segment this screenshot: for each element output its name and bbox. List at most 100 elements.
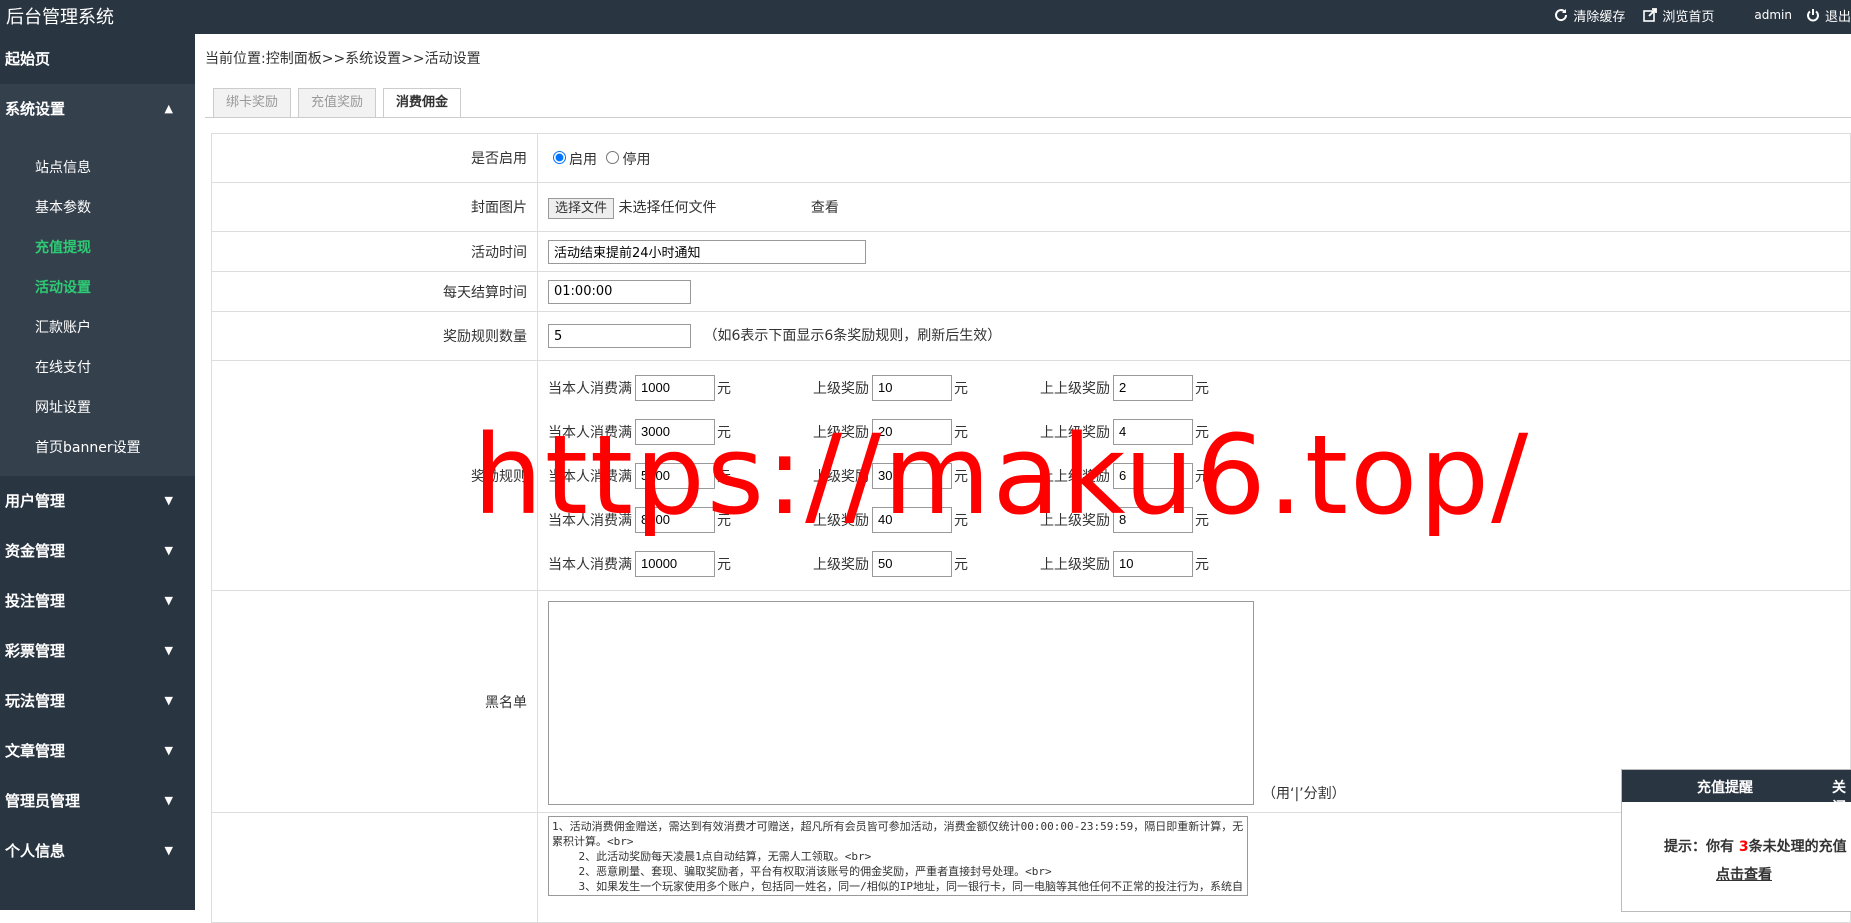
grand-reward-label: 上上级奖励 [1040,556,1110,573]
consume-threshold-input[interactable] [635,374,715,401]
sidebar-item-home[interactable]: 起始页 [0,34,195,84]
consume-threshold-label: 当本人消费满 [548,556,632,573]
notice-textarea[interactable]: 1、活动消费佣金赠送，需达到有效消费才可赠送，超凡所有会员皆可参加活动，消费金额… [548,816,1248,896]
rule-count-field: （如6表示下面显示6条奖励规则，刷新后生效） [537,311,1851,361]
popup-view-link[interactable]: 点击查看 [1716,864,1851,884]
parent-reward-label: 上级奖励 [813,556,869,573]
caret-down-icon: ▼ [164,794,173,807]
view-link[interactable]: 查看 [811,200,839,216]
sidebar-group-label: 个人信息 [5,842,66,860]
sidebar-group-user-management[interactable]: 用户管理 ▼ [0,476,195,526]
tab-consumption-commission[interactable]: 消费佣金 [383,88,462,117]
popup-header: 充值提醒 关闭 [1622,770,1851,816]
cover-label: 封面图片 [211,182,538,232]
sidebar-item-activity-settings[interactable]: 活动设置 [0,268,195,308]
popup-title: 充值提醒 [1697,780,1753,796]
parent-reward-input[interactable] [872,550,952,577]
caret-down-icon: ▼ [164,744,173,757]
sidebar-group-label: 投注管理 [5,592,66,610]
rule-count-hint: （如6表示下面显示6条奖励规则，刷新后生效） [703,327,1002,344]
sidebar-group-label: 管理员管理 [5,792,81,810]
popup-body: 提示：你有 3条未处理的充值 点击查看 [1622,802,1851,884]
sidebar-group-lottery-management[interactable]: 彩票管理 ▼ [0,626,195,676]
logout-label: 退出 [1824,9,1851,25]
logout-button[interactable]: 退出 [1806,6,1851,25]
consume-threshold-input[interactable] [635,550,715,577]
external-link-icon [1643,8,1658,22]
rule-count-label: 奖励规则数量 [211,311,538,361]
sidebar-group-fund-management[interactable]: 资金管理 ▼ [0,526,195,576]
caret-down-icon: ▼ [164,594,173,607]
enabled-label: 是否启用 [211,133,538,183]
form-row-rule-count: 奖励规则数量 （如6表示下面显示6条奖励规则，刷新后生效） [211,311,1851,361]
disable-radio-option[interactable]: 停用 [601,150,651,168]
popup-message-prefix: 提示：你有 [1664,839,1734,855]
sidebar-item-recharge-withdraw[interactable]: 充值提现 [0,228,195,268]
disable-radio[interactable] [606,150,620,164]
consume-threshold-cell: 当本人消费满 元 [548,374,731,401]
enable-radio[interactable] [553,150,566,164]
caret-down-icon: ▼ [164,844,173,857]
form-row-settle-time: 每天结算时间 [211,271,1851,312]
settle-time-input[interactable] [548,279,691,304]
watermark-url: https://maku6.top/ [473,411,1531,539]
top-actions: 清除缓存 浏览首页 admin 退出 [1536,0,1851,30]
form-row-activity-time: 活动时间 [211,231,1851,272]
tab-bind-card-reward[interactable]: 绑卡奖励 [213,88,292,117]
unit-yuan: 元 [717,556,731,573]
activity-time-input[interactable] [548,239,866,264]
sidebar-group-label: 用户管理 [5,492,66,510]
sidebar-group-label: 玩法管理 [5,692,66,710]
sidebar-group-bet-management[interactable]: 投注管理 ▼ [0,576,195,626]
sidebar-group-label: 系统设置 [5,100,66,118]
parent-reward-label: 上级奖励 [813,380,869,397]
blacklist-hint: （用‘|’分割） [1262,786,1346,802]
parent-reward-cell: 上级奖励 元 [813,374,968,401]
popup-message-suffix: 条未处理的充值 [1748,839,1847,855]
sidebar-group-label: 文章管理 [5,742,66,760]
sidebar-item-remittance-accounts[interactable]: 汇款账户 [0,308,195,348]
settle-time-field [537,271,1851,312]
notice-label [211,812,538,923]
enabled-field: 启用 停用 [537,133,1851,183]
recharge-reminder-popup: 充值提醒 关闭 提示：你有 3条未处理的充值 点击查看 [1621,769,1851,912]
activity-time-label: 活动时间 [211,231,538,272]
sidebar-group-admin-management[interactable]: 管理员管理 ▼ [0,776,195,826]
caret-down-icon: ▼ [164,694,173,707]
rule-count-input[interactable] [548,324,691,348]
tab-divider [205,117,1851,118]
form-row-blacklist: 黑名单 （用‘|’分割） [211,590,1851,813]
enable-radio-option[interactable]: 启用 [548,150,597,168]
grand-reward-cell: 上上级奖励 元 [1040,550,1209,577]
sidebar-item-url-settings[interactable]: 网址设置 [0,388,195,428]
top-bar: 后台管理系统 清除缓存 浏览首页 admin 退出 [0,0,1851,34]
blacklist-label: 黑名单 [211,590,538,813]
parent-reward-input[interactable] [872,374,952,401]
consume-threshold-label: 当本人消费满 [548,380,632,397]
caret-down-icon: ▼ [164,494,173,507]
grand-reward-input[interactable] [1113,550,1193,577]
sidebar-group-personal-info[interactable]: 个人信息 ▼ [0,826,195,876]
tab-bar: 绑卡奖励 充值奖励 消费佣金 [213,88,468,117]
sidebar-group-play-management[interactable]: 玩法管理 ▼ [0,676,195,726]
consume-threshold-cell: 当本人消费满 元 [548,550,731,577]
sidebar-group-article-management[interactable]: 文章管理 ▼ [0,726,195,776]
grand-reward-input[interactable] [1113,374,1193,401]
activity-time-field [537,231,1851,272]
sidebar-group-label: 资金管理 [5,542,66,560]
blacklist-textarea[interactable] [548,601,1254,805]
sidebar-submenu: 站点信息 基本参数 充值提现 活动设置 汇款账户 在线支付 网址设置 首页ban… [0,134,195,476]
clear-cache-button[interactable]: 清除缓存 [1554,6,1625,25]
tab-recharge-reward[interactable]: 充值奖励 [298,88,377,117]
cover-field: 选择文件 未选择任何文件 查看 [537,182,1851,232]
sidebar-group-system-settings[interactable]: 系统设置 ▲ [0,84,195,134]
browse-home-button[interactable]: 浏览首页 [1643,6,1714,25]
disable-radio-label: 停用 [622,151,651,168]
sidebar-item-online-payment[interactable]: 在线支付 [0,348,195,388]
popup-close-button[interactable]: 关闭 [1832,777,1851,817]
sidebar-item-basic-params[interactable]: 基本参数 [0,188,195,228]
parent-reward-cell: 上级奖励 元 [813,550,968,577]
sidebar-item-site-info[interactable]: 站点信息 [0,148,195,188]
choose-file-button[interactable]: 选择文件 [548,198,615,219]
sidebar-item-banner-settings[interactable]: 首页banner设置 [0,428,195,468]
